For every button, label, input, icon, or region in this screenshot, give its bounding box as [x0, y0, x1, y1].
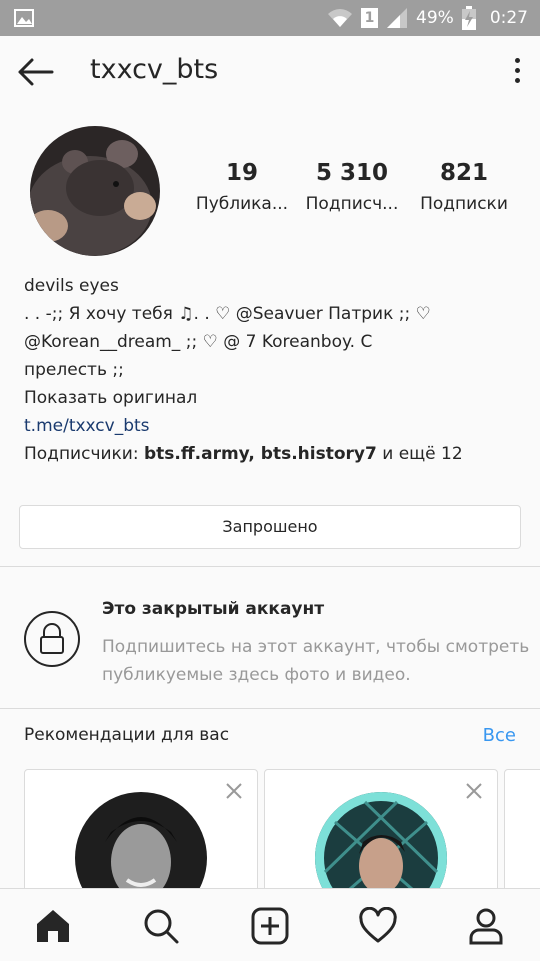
bio-line: @Korean__dream_ ;; ♡ @ 7 Koreanboy. С [24, 332, 373, 352]
bio-line: прелесть ;; [24, 360, 124, 380]
show-original-link[interactable]: Показать оригинал [24, 384, 524, 412]
profile-bio: devils eyes . . -;; Я хочу тебя ♫. . ♡ @… [24, 272, 524, 468]
stat-followers-value: 5 310 [315, 160, 389, 186]
sim-indicator: 1 [361, 8, 379, 28]
mutual-followers-prefix: Подписчики: [24, 444, 144, 464]
lock-icon [24, 611, 80, 667]
gallery-notification-icon [14, 9, 34, 27]
profile-icon[interactable] [467, 907, 505, 945]
stat-followers-label: Подписч... [305, 194, 399, 214]
more-options-icon[interactable] [512, 58, 522, 86]
recommendations-title: Рекомендации для вас [24, 725, 230, 745]
close-icon[interactable] [465, 782, 483, 800]
mutual-followers-suffix: и ещё 12 [376, 444, 463, 464]
stat-following-label: Подписки [420, 194, 508, 214]
recommendations-header: Рекомендации для вас Все [24, 725, 516, 755]
signal-icon [387, 8, 408, 28]
search-icon[interactable] [142, 907, 180, 945]
mutual-followers-names: bts.ff.army, bts.history7 [144, 444, 377, 464]
see-all-link[interactable]: Все [483, 725, 516, 746]
stat-posts[interactable]: 19 Публика... [186, 160, 298, 214]
heart-icon[interactable] [359, 907, 397, 945]
wifi-icon [328, 9, 353, 27]
private-account-title: Это закрытый аккаунт [102, 599, 325, 619]
mutual-followers[interactable]: Подписчики: bts.ff.army, bts.history7 и … [24, 440, 524, 468]
profile-username: txxcv_bts [90, 54, 219, 85]
divider [0, 708, 540, 709]
profile-avatar[interactable] [30, 126, 160, 256]
private-account-description: Подпишитесь на этот аккаунт, чтобы смотр… [102, 637, 530, 685]
bottom-navigation [0, 888, 540, 961]
bio-name: devils eyes [24, 276, 119, 296]
stat-followers[interactable]: 5 310 Подписч... [298, 160, 406, 214]
home-icon[interactable] [34, 907, 72, 945]
stat-following[interactable]: 821 Подписки [412, 160, 516, 214]
bio-line: . . -;; Я хочу тебя ♫. . ♡ @Seavuer Патр… [24, 304, 431, 324]
add-post-icon[interactable] [251, 907, 289, 945]
close-icon[interactable] [225, 782, 243, 800]
stat-posts-label: Публика... [195, 194, 289, 214]
battery-percent: 49% [416, 8, 454, 28]
clock: 0:27 [489, 8, 528, 28]
back-arrow-icon[interactable] [16, 54, 56, 90]
profile-header: txxcv_bts [0, 36, 540, 108]
requested-button[interactable]: Запрошено [19, 505, 521, 549]
bio-website-link[interactable]: t.me/txxcv_bts [24, 412, 524, 440]
status-bar: 1 49% 0:27 [0, 0, 540, 36]
battery-charging-icon [461, 6, 476, 30]
stat-following-value: 821 [439, 160, 488, 186]
stat-posts-value: 19 [225, 160, 258, 186]
private-account-notice: Это закрытый аккаунт Подпишитесь на этот… [0, 567, 540, 707]
